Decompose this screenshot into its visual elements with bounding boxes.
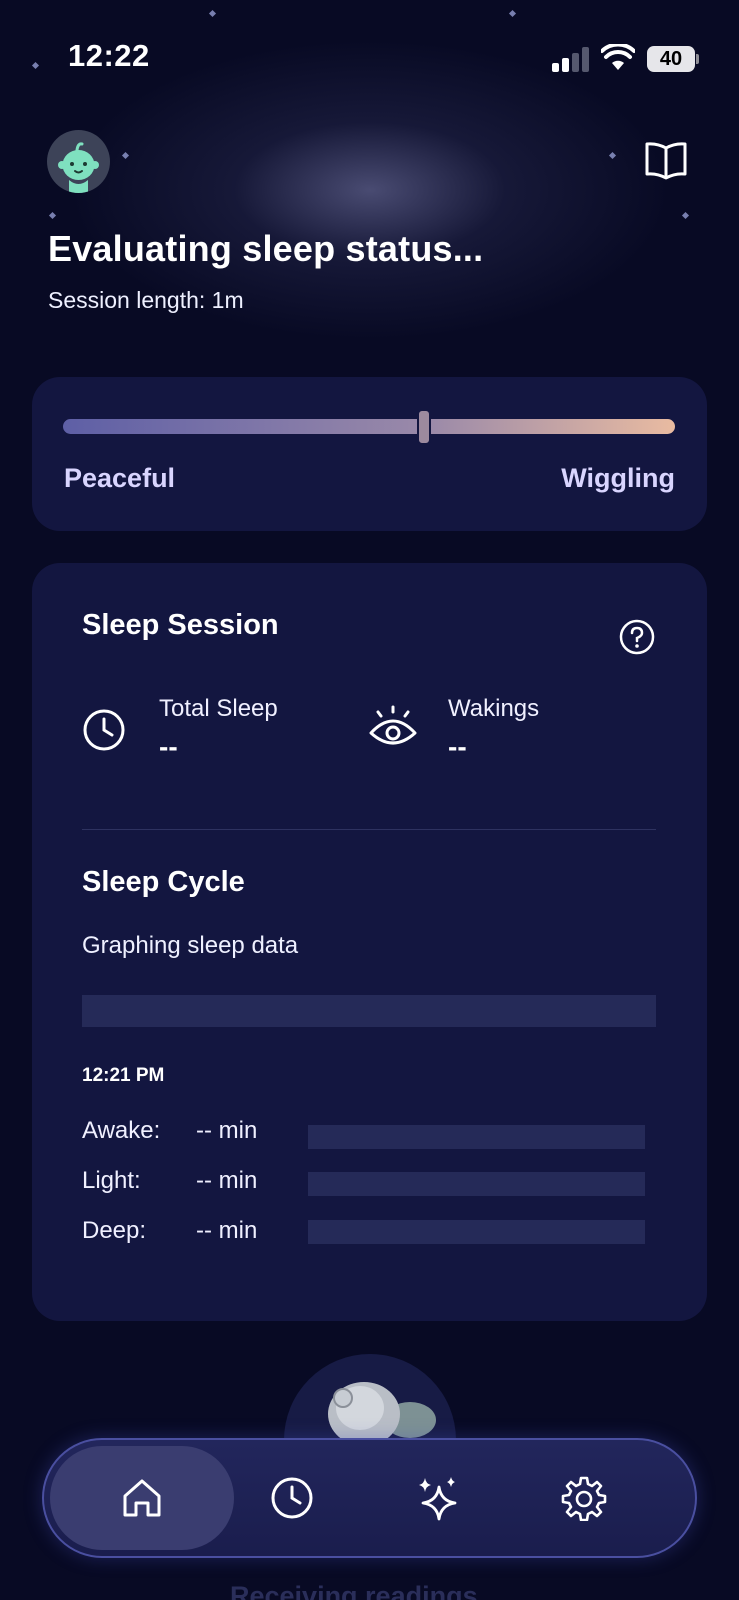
battery-indicator: 40 [647, 46, 699, 72]
bottom-navigation [42, 1438, 697, 1558]
open-book-icon[interactable] [644, 141, 688, 181]
baby-avatar[interactable] [47, 130, 110, 193]
eye-icon [369, 705, 417, 745]
sleep-session-card: Sleep Session Total Sleep -- Wakings -- … [32, 563, 707, 1321]
sleep-cycle-graph-placeholder [82, 995, 656, 1027]
light-value: -- min [196, 1167, 258, 1194]
awake-bar-placeholder [308, 1125, 645, 1149]
wakings-value: -- [448, 731, 467, 762]
cellular-signal-icon [552, 46, 592, 72]
motion-level-card: Peaceful Wiggling [32, 377, 707, 531]
page-title: Evaluating sleep status... [48, 228, 484, 269]
home-icon [123, 1479, 161, 1517]
sleep-cycle-title: Sleep Cycle [82, 866, 245, 898]
light-label: Light: [82, 1167, 141, 1194]
total-sleep-label: Total Sleep [159, 695, 278, 722]
deep-value: -- min [196, 1217, 258, 1244]
awake-label: Awake: [82, 1117, 161, 1144]
clock-icon [271, 1477, 313, 1519]
peaceful-label: Peaceful [64, 463, 176, 493]
battery-level: 40 [647, 46, 695, 72]
nav-home[interactable] [50, 1446, 234, 1550]
session-length: Session length: 1m [48, 287, 244, 313]
nav-settings[interactable] [526, 1446, 642, 1550]
deep-bar-placeholder [308, 1220, 645, 1244]
light-bar-placeholder [308, 1172, 645, 1196]
motion-level-thumb [417, 409, 432, 445]
wakings-label: Wakings [448, 695, 540, 722]
gear-icon [561, 1476, 607, 1521]
wiggling-label: Wiggling [561, 463, 675, 493]
sleep-session-title: Sleep Session [82, 609, 279, 641]
graph-start-time: 12:21 PM [82, 1065, 165, 1086]
total-sleep-value: -- [159, 731, 178, 762]
help-icon[interactable] [619, 619, 655, 655]
section-divider [82, 829, 656, 830]
status-time: 12:22 [68, 38, 150, 73]
nav-insights[interactable] [380, 1446, 496, 1550]
awake-value: -- min [196, 1117, 258, 1144]
sleep-cycle-caption: Graphing sleep data [82, 932, 299, 959]
receiving-readings-text: Receiving readings [230, 1581, 478, 1600]
deep-label: Deep: [82, 1217, 147, 1244]
sparkles-icon [419, 1477, 457, 1521]
clock-icon [83, 709, 125, 751]
motion-level-track [63, 419, 675, 434]
baby-face-icon [58, 142, 99, 193]
nav-history[interactable] [234, 1446, 350, 1550]
wifi-icon [601, 44, 635, 70]
